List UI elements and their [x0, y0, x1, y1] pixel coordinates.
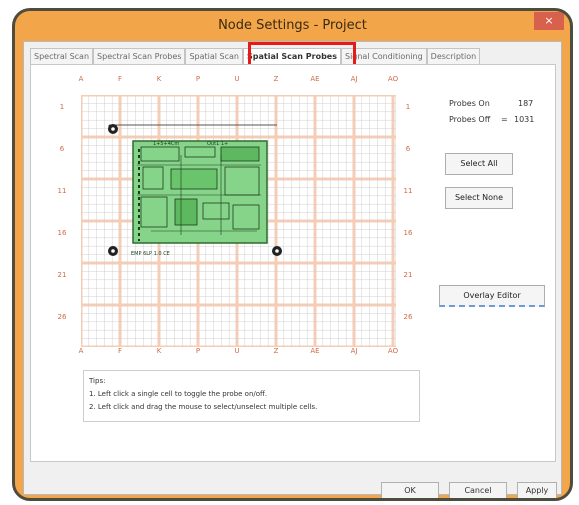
tab-spectral-scan-probes[interactable]: Spectral Scan Probes [93, 48, 186, 64]
probes-on-label: Probes On [449, 99, 490, 108]
mounting-hole-icon [272, 246, 282, 256]
probes-off-equals: = [501, 115, 508, 124]
row-label: 11 [403, 187, 413, 195]
col-label: A [78, 75, 84, 83]
mounting-hole-icon [108, 246, 118, 256]
col-label: AJ [350, 75, 358, 83]
dialog-window: Node Settings - Project × Spectral Scan … [12, 8, 573, 501]
svg-text:EMP 6LP 1.0 CE: EMP 6LP 1.0 CE [131, 251, 170, 257]
select-all-button[interactable]: Select All [445, 153, 513, 175]
col-label: AE [310, 75, 320, 83]
col-label: AO [387, 75, 399, 83]
row-label: 6 [405, 145, 411, 153]
mounting-hole-icon [108, 124, 118, 134]
probes-off-value: 1031 [514, 115, 535, 124]
row-label: 6 [59, 145, 65, 153]
tab-description[interactable]: Description [426, 48, 481, 64]
probe-grid[interactable]: 1+5+4Cm Out1 1+ EMP 6LP 1.0 CE [79, 93, 397, 351]
col-label: K [156, 75, 162, 83]
cancel-button[interactable]: Cancel [449, 482, 507, 498]
ok-button[interactable]: OK [381, 482, 439, 498]
tips-box: Tips: 1. Left click a single cell to tog… [83, 370, 420, 422]
row-label: 1 [59, 103, 65, 111]
row-label: 26 [57, 313, 67, 321]
overlay-editor-button[interactable]: Overlay Editor [439, 285, 545, 307]
tab-spatial-scan[interactable]: Spatial Scan [185, 48, 243, 64]
col-label: P [195, 75, 201, 83]
svg-text:Out1 1+: Out1 1+ [207, 141, 228, 147]
row-label: 26 [403, 313, 413, 321]
col-label: Z [273, 75, 279, 83]
row-label: 16 [403, 229, 413, 237]
apply-button[interactable]: Apply [517, 482, 557, 498]
probes-on-value: 187 [518, 99, 534, 108]
dialog-client: Spectral Scan Spectral Scan Probes Spati… [23, 41, 562, 498]
row-label: 11 [57, 187, 67, 195]
col-label: F [117, 75, 123, 83]
col-label: U [234, 75, 240, 83]
tips-line-2: 2. Left click and drag the mouse to sele… [89, 403, 318, 411]
row-label: 16 [57, 229, 67, 237]
row-label: 1 [405, 103, 411, 111]
select-none-button[interactable]: Select None [445, 187, 513, 209]
tips-line-1: 1. Left click a single cell to toggle th… [89, 390, 268, 398]
tab-panel: A F K P U Z AE AJ AO A F K P U Z AE AJ A… [30, 64, 556, 462]
close-button[interactable]: × [534, 12, 564, 30]
row-label: 21 [403, 271, 413, 279]
row-label: 21 [57, 271, 67, 279]
window-title: Node Settings - Project [218, 18, 367, 33]
tab-spectral-scan[interactable]: Spectral Scan [30, 48, 94, 64]
tips-heading: Tips: [89, 377, 106, 385]
probes-off-label: Probes Off [449, 115, 491, 124]
svg-text:1+5+4Cm: 1+5+4Cm [153, 141, 179, 147]
pcb-board-image: 1+5+4Cm Out1 1+ EMP 6LP 1.0 CE [131, 140, 268, 257]
